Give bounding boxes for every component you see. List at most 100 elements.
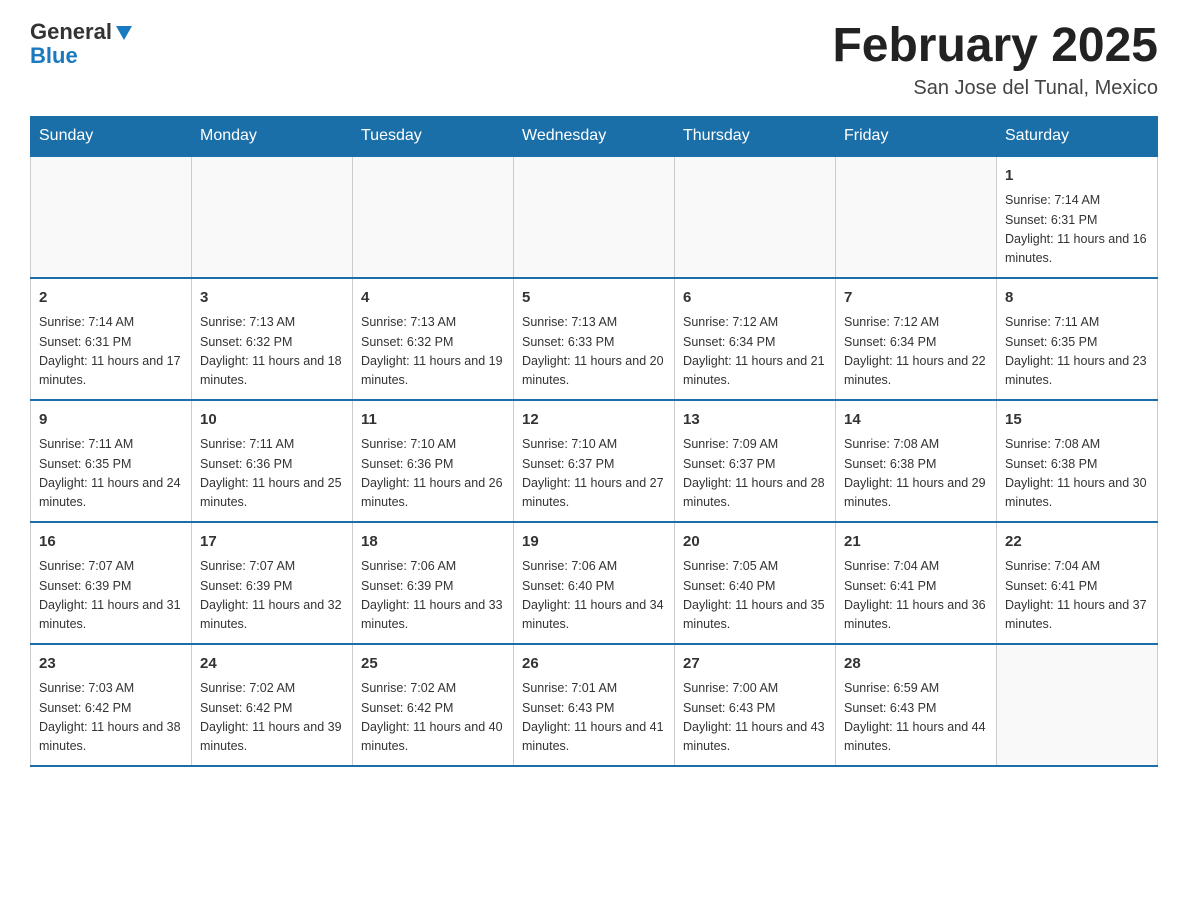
day-number: 17 [200, 531, 344, 554]
day-number: 24 [200, 653, 344, 676]
calendar-cell: 23 Sunrise: 7:03 AMSunset: 6:42 PMDayligh… [31, 644, 192, 766]
calendar-cell: 21 Sunrise: 7:04 AMSunset: 6:41 PMDayligh… [836, 522, 997, 644]
day-info: Sunrise: 7:14 AMSunset: 6:31 PMDaylight:… [39, 313, 183, 391]
day-info: Sunrise: 7:02 AMSunset: 6:42 PMDaylight:… [361, 679, 505, 757]
day-number: 28 [844, 653, 988, 676]
day-number: 22 [1005, 531, 1149, 554]
day-number: 4 [361, 287, 505, 310]
weekday-header-sunday: Sunday [31, 116, 192, 156]
day-number: 20 [683, 531, 827, 554]
calendar-cell [836, 156, 997, 278]
calendar-cell: 10 Sunrise: 7:11 AMSunset: 6:36 PMDayligh… [192, 400, 353, 522]
day-info: Sunrise: 7:11 AMSunset: 6:35 PMDaylight:… [1005, 313, 1149, 391]
calendar-cell: 3 Sunrise: 7:13 AMSunset: 6:32 PMDaylight… [192, 278, 353, 400]
day-number: 3 [200, 287, 344, 310]
weekday-header-row: SundayMondayTuesdayWednesdayThursdayFrid… [31, 116, 1158, 156]
calendar-cell: 22 Sunrise: 7:04 AMSunset: 6:41 PMDayligh… [997, 522, 1158, 644]
day-info: Sunrise: 7:12 AMSunset: 6:34 PMDaylight:… [844, 313, 988, 391]
day-number: 26 [522, 653, 666, 676]
day-info: Sunrise: 7:02 AMSunset: 6:42 PMDaylight:… [200, 679, 344, 757]
calendar-cell: 9Sunrise: 7:11 AMSunset: 6:35 PMDaylight… [31, 400, 192, 522]
day-number: 11 [361, 409, 505, 432]
day-number: 23 [39, 653, 183, 676]
calendar-cell: 28Sunrise: 6:59 AMSunset: 6:43 PMDayligh… [836, 644, 997, 766]
weekday-header-monday: Monday [192, 116, 353, 156]
day-info: Sunrise: 7:00 AMSunset: 6:43 PMDaylight:… [683, 679, 827, 757]
calendar-cell: 7 Sunrise: 7:12 AMSunset: 6:34 PMDaylight… [836, 278, 997, 400]
calendar-cell [192, 156, 353, 278]
calendar-week-3: 9Sunrise: 7:11 AMSunset: 6:35 PMDaylight… [31, 400, 1158, 522]
day-number: 19 [522, 531, 666, 554]
day-number: 8 [1005, 287, 1149, 310]
day-info: Sunrise: 7:13 AMSunset: 6:32 PMDaylight:… [200, 313, 344, 391]
day-number: 27 [683, 653, 827, 676]
calendar-week-2: 2Sunrise: 7:14 AMSunset: 6:31 PMDaylight… [31, 278, 1158, 400]
calendar-cell: 16 Sunrise: 7:07 AMSunset: 6:39 PMDayligh… [31, 522, 192, 644]
location: San Jose del Tunal, Mexico [832, 77, 1158, 100]
day-info: Sunrise: 7:11 AMSunset: 6:36 PMDaylight:… [200, 435, 344, 513]
day-info: Sunrise: 7:07 AMSunset: 6:39 PMDaylight:… [39, 557, 183, 635]
day-info: Sunrise: 7:08 AMSunset: 6:38 PMDaylight:… [844, 435, 988, 513]
calendar-cell: 12 Sunrise: 7:10 AMSunset: 6:37 PMDayligh… [514, 400, 675, 522]
calendar-table: SundayMondayTuesdayWednesdayThursdayFrid… [30, 116, 1158, 767]
day-number: 6 [683, 287, 827, 310]
calendar-cell: 17 Sunrise: 7:07 AMSunset: 6:39 PMDayligh… [192, 522, 353, 644]
calendar-cell: 6 Sunrise: 7:12 AMSunset: 6:34 PMDaylight… [675, 278, 836, 400]
day-info: Sunrise: 7:01 AMSunset: 6:43 PMDaylight:… [522, 679, 666, 757]
calendar-cell: 15 Sunrise: 7:08 AMSunset: 6:38 PMDayligh… [997, 400, 1158, 522]
day-info: Sunrise: 7:06 AMSunset: 6:40 PMDaylight:… [522, 557, 666, 635]
logo-general: General [30, 20, 112, 44]
day-number: 12 [522, 409, 666, 432]
day-info: Sunrise: 7:09 AMSunset: 6:37 PMDaylight:… [683, 435, 827, 513]
title-section: February 2025 San Jose del Tunal, Mexico [832, 20, 1158, 100]
calendar-week-5: 23 Sunrise: 7:03 AMSunset: 6:42 PMDayligh… [31, 644, 1158, 766]
day-number: 10 [200, 409, 344, 432]
day-info: Sunrise: 7:13 AMSunset: 6:32 PMDaylight:… [361, 313, 505, 391]
day-info: Sunrise: 7:10 AMSunset: 6:36 PMDaylight:… [361, 435, 505, 513]
day-info: Sunrise: 7:08 AMSunset: 6:38 PMDaylight:… [1005, 435, 1149, 513]
day-info: Sunrise: 7:06 AMSunset: 6:39 PMDaylight:… [361, 557, 505, 635]
day-number: 13 [683, 409, 827, 432]
calendar-cell: 20 Sunrise: 7:05 AMSunset: 6:40 PMDayligh… [675, 522, 836, 644]
calendar-cell: 14 Sunrise: 7:08 AMSunset: 6:38 PMDayligh… [836, 400, 997, 522]
day-number: 15 [1005, 409, 1149, 432]
day-info: Sunrise: 7:13 AMSunset: 6:33 PMDaylight:… [522, 313, 666, 391]
calendar-cell: 26 Sunrise: 7:01 AMSunset: 6:43 PMDayligh… [514, 644, 675, 766]
day-number: 16 [39, 531, 183, 554]
calendar-cell [31, 156, 192, 278]
day-number: 14 [844, 409, 988, 432]
day-number: 21 [844, 531, 988, 554]
calendar-week-1: 1Sunrise: 7:14 AMSunset: 6:31 PMDaylight… [31, 156, 1158, 278]
calendar-cell [997, 644, 1158, 766]
calendar-cell: 11 Sunrise: 7:10 AMSunset: 6:36 PMDayligh… [353, 400, 514, 522]
day-info: Sunrise: 7:03 AMSunset: 6:42 PMDaylight:… [39, 679, 183, 757]
month-title: February 2025 [832, 20, 1158, 73]
calendar-cell: 5 Sunrise: 7:13 AMSunset: 6:33 PMDaylight… [514, 278, 675, 400]
calendar-cell [675, 156, 836, 278]
weekday-header-saturday: Saturday [997, 116, 1158, 156]
day-number: 18 [361, 531, 505, 554]
calendar-cell: 19 Sunrise: 7:06 AMSunset: 6:40 PMDayligh… [514, 522, 675, 644]
day-info: Sunrise: 7:12 AMSunset: 6:34 PMDaylight:… [683, 313, 827, 391]
day-info: Sunrise: 7:10 AMSunset: 6:37 PMDaylight:… [522, 435, 666, 513]
calendar-cell [353, 156, 514, 278]
day-number: 25 [361, 653, 505, 676]
weekday-header-wednesday: Wednesday [514, 116, 675, 156]
day-number: 7 [844, 287, 988, 310]
calendar-cell: 24 Sunrise: 7:02 AMSunset: 6:42 PMDayligh… [192, 644, 353, 766]
calendar-cell [514, 156, 675, 278]
logo-blue: Blue [30, 44, 78, 68]
calendar-cell: 1Sunrise: 7:14 AMSunset: 6:31 PMDaylight… [997, 156, 1158, 278]
day-number: 5 [522, 287, 666, 310]
day-info: Sunrise: 7:05 AMSunset: 6:40 PMDaylight:… [683, 557, 827, 635]
weekday-header-friday: Friday [836, 116, 997, 156]
page-header: General Blue February 2025 San Jose del … [30, 20, 1158, 100]
day-info: Sunrise: 7:04 AMSunset: 6:41 PMDaylight:… [1005, 557, 1149, 635]
calendar-cell: 8 Sunrise: 7:11 AMSunset: 6:35 PMDaylight… [997, 278, 1158, 400]
day-info: Sunrise: 7:07 AMSunset: 6:39 PMDaylight:… [200, 557, 344, 635]
logo: General Blue [30, 20, 134, 68]
day-number: 9 [39, 409, 183, 432]
calendar-cell: 13 Sunrise: 7:09 AMSunset: 6:37 PMDayligh… [675, 400, 836, 522]
day-info: Sunrise: 7:04 AMSunset: 6:41 PMDaylight:… [844, 557, 988, 635]
day-info: Sunrise: 7:14 AMSunset: 6:31 PMDaylight:… [1005, 191, 1149, 269]
